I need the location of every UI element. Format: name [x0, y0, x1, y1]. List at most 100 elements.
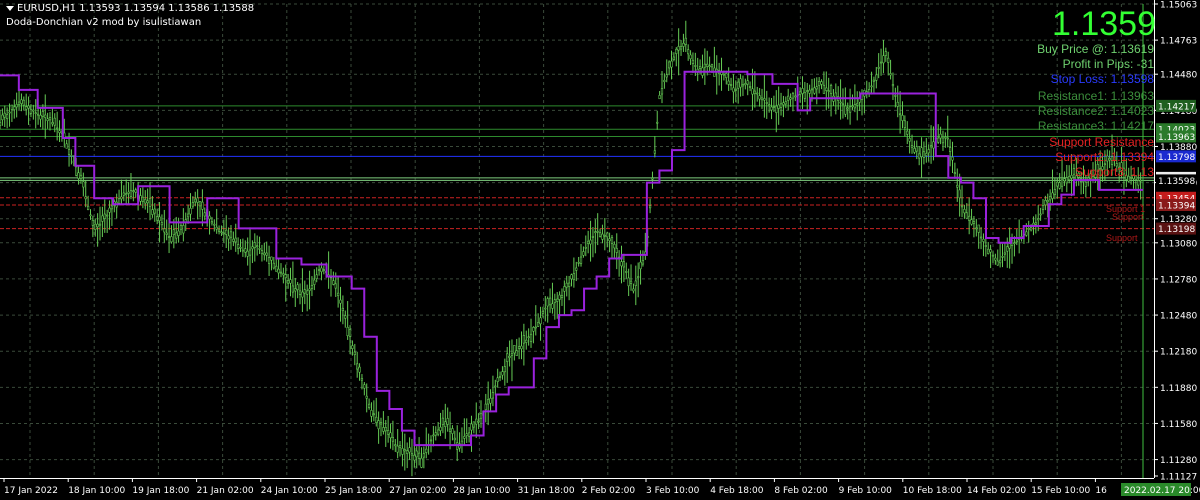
candle-body: [36, 113, 40, 116]
candle-body: [1084, 181, 1087, 187]
candle-body: [82, 181, 85, 188]
stop-loss-row: Stop Loss: 1.13598: [1051, 72, 1154, 87]
candle-body: [925, 153, 928, 156]
candle-body: [494, 385, 497, 388]
candle-body: [439, 426, 442, 431]
candle-body: [3, 112, 6, 118]
level-label-text: 1.13598: [1158, 177, 1195, 187]
candle-body: [548, 297, 552, 306]
candle-body: [120, 196, 123, 200]
dropdown-triangle-icon[interactable]: [6, 5, 14, 11]
candle-body: [394, 444, 397, 447]
candle-body: [165, 232, 168, 235]
candle-body: [622, 261, 625, 268]
price-chart[interactable]: 1.150631.147631.144801.141801.138801.135…: [0, 0, 1200, 500]
candle-body: [484, 403, 487, 411]
candle-body: [691, 59, 695, 64]
candle-body: [334, 283, 337, 289]
candle-body: [765, 102, 768, 104]
candle-body: [189, 207, 192, 215]
candle-body: [1001, 256, 1004, 258]
candle-body: [996, 260, 999, 266]
candle-body: [94, 223, 97, 230]
candle-body: [910, 145, 914, 148]
candle-body: [167, 236, 171, 238]
candle-body: [913, 148, 916, 153]
time-tick-label: 19 Jan 18:00: [132, 486, 189, 496]
candle-body: [170, 236, 173, 243]
time-tick-label: 10 Feb 18:00: [903, 486, 962, 496]
support-level-label: Support: [1112, 212, 1144, 222]
candle-body: [882, 55, 885, 64]
candle-body: [818, 81, 821, 86]
candle-body: [148, 197, 152, 207]
candle-body: [1, 114, 4, 121]
candle-body: [348, 329, 352, 337]
candle-body: [546, 298, 549, 307]
candle-body: [1039, 213, 1042, 216]
candle-body: [479, 413, 483, 419]
time-tick-label: 21 Jan 02:00: [197, 486, 254, 496]
candle-body: [8, 111, 11, 114]
candle-body: [415, 450, 418, 458]
candle-body: [344, 315, 347, 319]
candle-body: [220, 231, 223, 234]
support3-label: Support3:: [1075, 165, 1128, 179]
candle-body: [401, 448, 404, 455]
candle-body: [379, 422, 383, 425]
candle-body: [727, 80, 730, 85]
candle-body: [744, 83, 747, 86]
candle-body: [308, 288, 311, 291]
candle-body: [641, 260, 645, 265]
candle-body: [513, 345, 516, 354]
candle-body: [101, 215, 104, 222]
candle-body: [475, 418, 478, 425]
candle-body: [272, 262, 275, 269]
candle-body: [389, 432, 392, 439]
candle-body: [710, 64, 714, 68]
candle-body: [44, 114, 47, 118]
candle-body: [434, 432, 437, 436]
time-tick-label: 8 Feb 02:00: [774, 486, 828, 496]
candle-body: [708, 65, 711, 68]
candle-body: [903, 120, 906, 128]
price-tick-label: 1.14763: [1160, 37, 1197, 47]
candle-body: [87, 205, 90, 211]
support2-label: Support2:: [1055, 150, 1108, 164]
candle-body: [267, 257, 271, 264]
candle-body: [908, 138, 911, 142]
candle-body: [613, 244, 616, 249]
candle-body: [270, 256, 273, 261]
candle-body: [313, 279, 316, 285]
candle-body: [594, 231, 597, 234]
candle-body: [684, 37, 687, 45]
candle-body: [875, 74, 878, 81]
candle-body: [34, 112, 37, 114]
candle-body: [413, 454, 416, 461]
candle-body: [906, 130, 909, 135]
candle-body: [253, 242, 256, 249]
candle-body: [1037, 218, 1040, 221]
candle-body: [225, 229, 228, 235]
candle-body: [227, 235, 230, 240]
candle-body: [887, 57, 890, 63]
candle-body: [284, 274, 287, 279]
candle-body: [103, 213, 106, 219]
candle-body: [560, 295, 564, 298]
candle-body: [217, 229, 221, 232]
candle-body: [232, 238, 235, 242]
candle-body: [587, 240, 590, 245]
candle-body: [937, 137, 940, 143]
candle-body: [610, 237, 614, 244]
candle-body: [753, 90, 756, 94]
candle-body: [491, 392, 495, 399]
time-tick-label: 9 Feb 10:00: [839, 486, 893, 496]
candle-body: [703, 63, 706, 68]
time-tick-label: 27 Jan 02:00: [389, 486, 446, 496]
resistance2-label: Resistance2:: [1037, 104, 1108, 118]
candle-body: [853, 104, 856, 109]
candle-body: [432, 434, 435, 437]
candle-body: [991, 254, 995, 257]
candle-body: [237, 244, 240, 249]
candle-body: [25, 106, 28, 110]
